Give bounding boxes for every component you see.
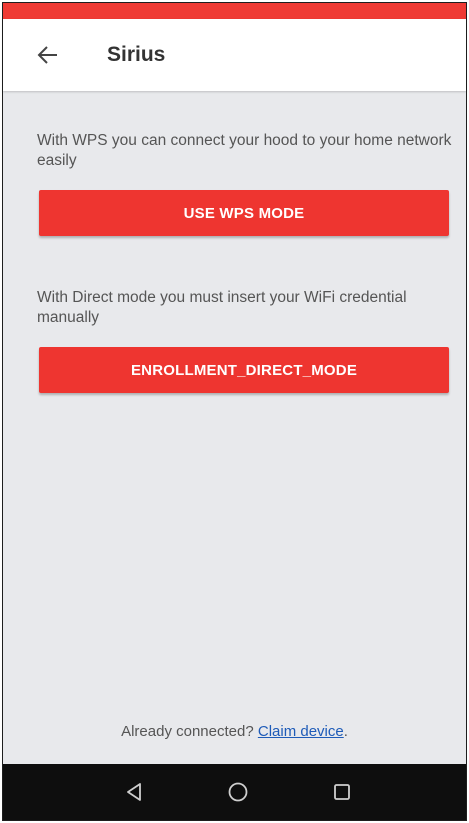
already-connected-text: Already connected? [121, 723, 258, 740]
triangle-back-icon[interactable] [123, 780, 147, 804]
page-title: Sirius [107, 43, 166, 66]
app-bar: Sirius [3, 19, 466, 91]
enrollment-direct-mode-button[interactable]: ENROLLMENT_DIRECT_MODE [39, 347, 449, 393]
content-area: With WPS you can connect your hood to yo… [3, 91, 466, 764]
footer-period: . [343, 723, 348, 740]
use-wps-mode-button[interactable]: USE WPS MODE [39, 190, 449, 236]
phone-screen: Sirius With WPS you can connect your hoo… [2, 2, 467, 821]
direct-mode-description: With Direct mode you must insert your Wi… [37, 289, 407, 326]
claim-device-footer: Already connected? Claim device. [3, 723, 466, 740]
claim-device-link[interactable]: Claim device [258, 723, 344, 740]
square-recents-icon[interactable] [330, 780, 354, 804]
arrow-left-icon[interactable] [37, 44, 61, 66]
system-navigation-bar [3, 764, 466, 820]
wps-description: With WPS you can connect your hood to yo… [37, 132, 452, 169]
circle-home-icon[interactable] [226, 780, 250, 804]
status-bar [3, 3, 466, 19]
